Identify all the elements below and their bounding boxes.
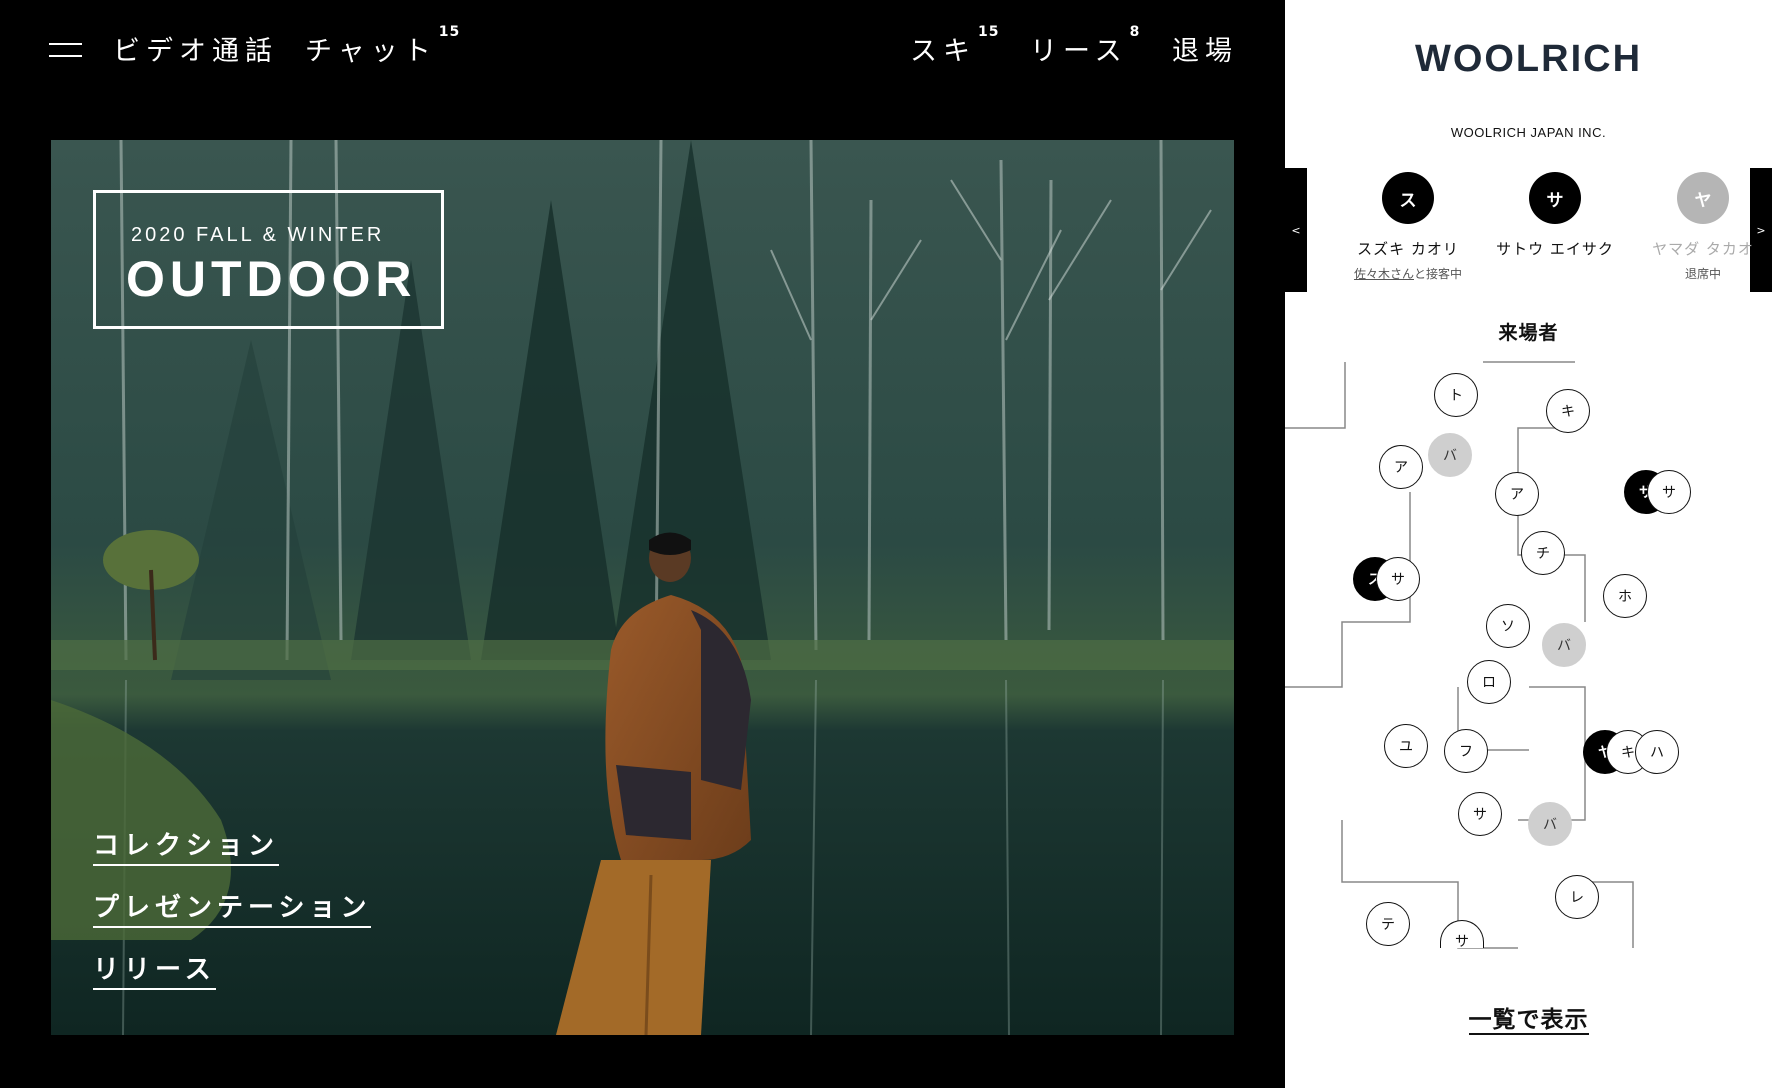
- hamburger-menu-icon[interactable]: [49, 43, 82, 59]
- like-link[interactable]: スキ15: [910, 25, 999, 67]
- previous-booth-tab[interactable]: <: [1285, 168, 1307, 292]
- chat-label: チャット: [305, 36, 437, 67]
- visitor-bubble[interactable]: サ: [1647, 470, 1691, 514]
- collection-link[interactable]: コレクション: [93, 825, 280, 866]
- presentation-link[interactable]: プレゼンテーション: [93, 887, 372, 928]
- customer-name-link[interactable]: 佐々木さん: [1354, 267, 1414, 281]
- collection-title: OUTDOOR: [126, 251, 417, 307]
- chat-link[interactable]: チャット15: [305, 25, 460, 67]
- visitor-bubble[interactable]: ホ: [1603, 574, 1647, 618]
- visitor-bubble[interactable]: サ: [1440, 920, 1484, 950]
- visitor-bubble[interactable]: バ: [1428, 433, 1472, 477]
- release-list-link[interactable]: リリース: [93, 949, 216, 990]
- staff-name: ヤマダ タカオ: [1652, 240, 1754, 258]
- brand-logo: WOOLRICH: [1414, 38, 1643, 80]
- visitor-bubble[interactable]: ア: [1379, 445, 1423, 489]
- release-label: リース: [1030, 36, 1128, 67]
- visitor-bubble[interactable]: ハ: [1635, 730, 1679, 774]
- staff-status-text: と接客中: [1414, 267, 1463, 281]
- show-list-link: 一覧で表示: [1285, 1000, 1772, 1035]
- visitor-bubble[interactable]: バ: [1528, 802, 1572, 846]
- booth-sidebar: WOOLRICH WOOLRICH JAPAN INC. < > ス スズキ カ…: [1285, 0, 1772, 1088]
- visitor-bubble[interactable]: フ: [1444, 729, 1488, 773]
- video-call-label: ビデオ通話: [113, 36, 278, 67]
- visitors-heading: 来場者: [1498, 322, 1559, 344]
- hero-photo: 2020 FALL & WINTER OUTDOOR コレクション プレゼンテー…: [51, 140, 1234, 1035]
- show-list-label[interactable]: 一覧で表示: [1468, 1007, 1589, 1035]
- like-label: スキ: [910, 36, 976, 67]
- visitor-bubble[interactable]: ト: [1434, 373, 1478, 417]
- staff-avatar: ス: [1382, 172, 1434, 224]
- release-link[interactable]: リース8: [1030, 25, 1140, 67]
- visitor-bubble[interactable]: ソ: [1486, 604, 1530, 648]
- visitor-bubble[interactable]: キ: [1546, 389, 1590, 433]
- staff-status: 佐々木さんと接客中: [1333, 265, 1483, 282]
- staff-name: サトウ エイサク: [1496, 240, 1614, 258]
- visitor-bubble[interactable]: ア: [1495, 472, 1539, 516]
- exit-button[interactable]: 退場: [1172, 38, 1238, 65]
- visitor-bubble[interactable]: ロ: [1467, 660, 1511, 704]
- staff-member[interactable]: サ サトウ エイサク: [1480, 172, 1630, 259]
- chevron-left-icon: <: [1291, 223, 1301, 237]
- season-label: 2020 FALL & WINTER: [131, 224, 385, 246]
- staff-status: 退席中: [1684, 267, 1721, 281]
- staff-member[interactable]: ヤ ヤマダ タカオ 退席中: [1628, 172, 1772, 282]
- staff-member[interactable]: ス スズキ カオリ 佐々木さんと接客中: [1333, 172, 1483, 282]
- visitor-bubble[interactable]: テ: [1366, 902, 1410, 946]
- release-count-badge: 8: [1129, 24, 1141, 40]
- visitor-bubble[interactable]: ユ: [1384, 724, 1428, 768]
- staff-avatar: ヤ: [1677, 172, 1729, 224]
- visitor-bubble[interactable]: バ: [1542, 623, 1586, 667]
- main-panel: ビデオ通話 チャット15 スキ15 リース8 退場 2020 FALL & WI…: [0, 0, 1285, 1088]
- like-count-badge: 15: [978, 24, 1000, 40]
- collection-title-box: 2020 FALL & WINTER OUTDOOR: [93, 190, 444, 329]
- company-name: WOOLRICH JAPAN INC.: [1450, 125, 1607, 140]
- visitor-bubble[interactable]: サ: [1458, 792, 1502, 836]
- exit-label: 退場: [1172, 36, 1238, 67]
- visitor-bubble[interactable]: レ: [1555, 875, 1599, 919]
- staff-avatar: サ: [1529, 172, 1581, 224]
- visitor-bubble[interactable]: チ: [1521, 531, 1565, 575]
- chat-count-badge: 15: [438, 24, 461, 40]
- video-call-link[interactable]: ビデオ通話: [113, 38, 278, 65]
- staff-name: スズキ カオリ: [1357, 240, 1459, 258]
- visitor-bubble[interactable]: サ: [1376, 557, 1420, 601]
